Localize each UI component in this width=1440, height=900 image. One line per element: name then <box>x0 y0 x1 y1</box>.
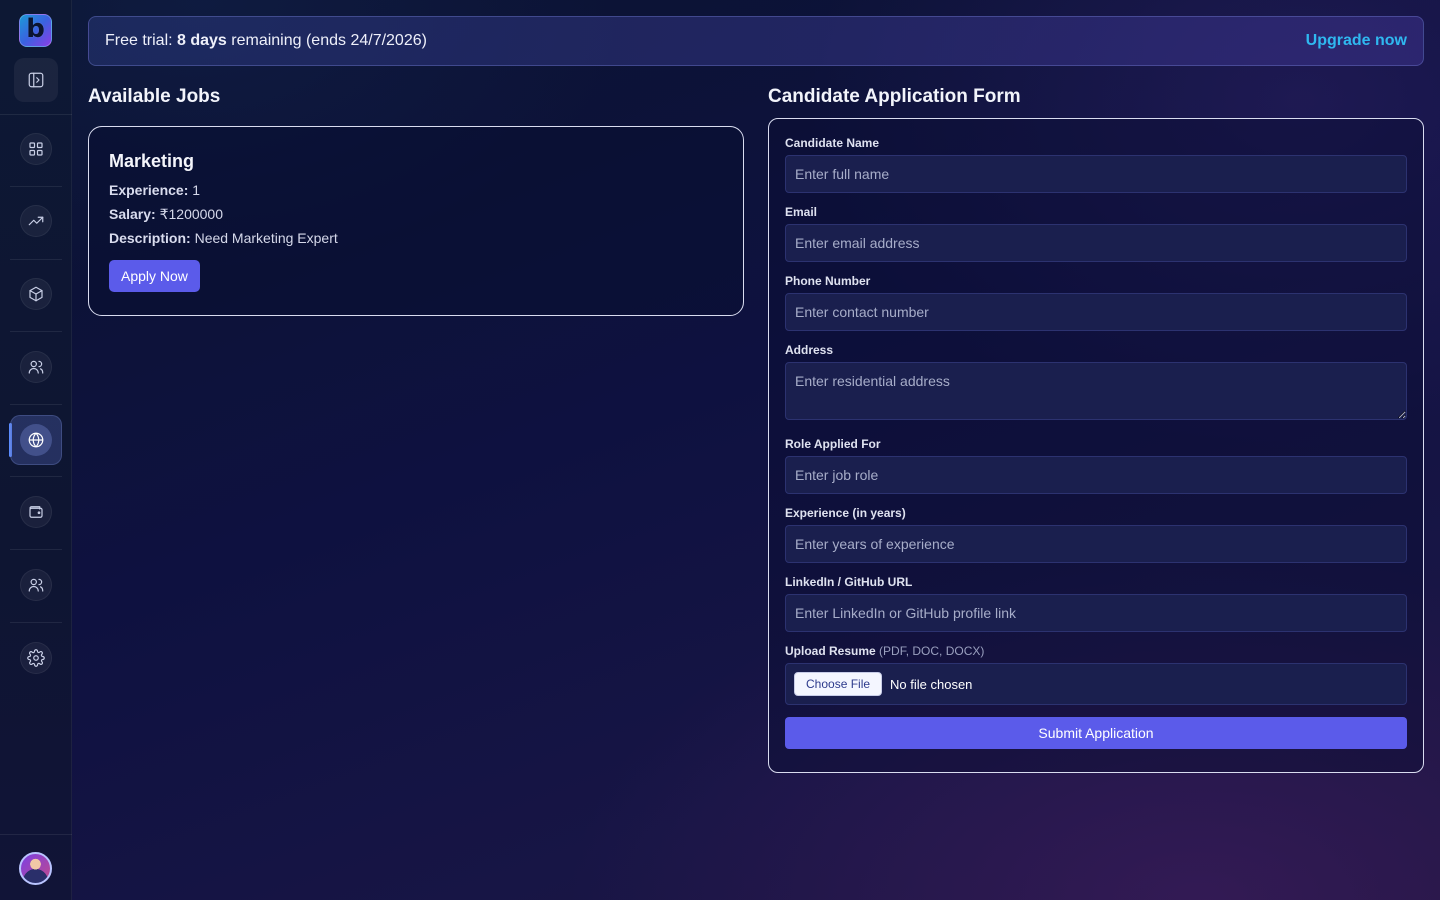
submit-application-button[interactable]: Submit Application <box>785 717 1407 749</box>
divider <box>10 549 62 550</box>
profile-url-input[interactable] <box>785 594 1407 632</box>
job-title: Marketing <box>109 151 195 171</box>
field-address: Address <box>785 343 1407 425</box>
candidate-name-label: Candidate Name <box>785 136 880 150</box>
divider <box>10 331 62 332</box>
panel-toggle-icon <box>28 72 44 88</box>
file-status: No file chosen <box>890 676 973 692</box>
nav-item-dashboard[interactable] <box>20 133 52 165</box>
resume-label: Upload Resume (PDF, DOC, DOCX) <box>785 644 985 658</box>
trial-days: 8 days <box>177 32 227 49</box>
resume-format-hint: (PDF, DOC, DOCX) <box>875 644 985 658</box>
nav-item-jobs-inner <box>20 424 52 456</box>
upgrade-now-link[interactable]: Upgrade now <box>1306 32 1407 50</box>
divider <box>10 622 62 623</box>
nav-item-team[interactable] <box>20 569 52 601</box>
divider <box>10 259 62 260</box>
field-resume: Upload Resume (PDF, DOC, DOCX) Choose Fi… <box>785 644 1407 705</box>
job-card: Marketing Experience: 1 Salary: ₹1200000… <box>88 126 744 316</box>
email-label: Email <box>785 205 818 219</box>
divider <box>0 834 72 835</box>
divider <box>10 186 62 187</box>
application-form: Candidate Name Email Phone Number Addres… <box>768 118 1424 773</box>
address-textarea[interactable] <box>785 362 1407 420</box>
role-input[interactable] <box>785 456 1407 494</box>
wallet-icon <box>29 506 43 518</box>
application-form-title: Candidate Application Form <box>768 86 1021 107</box>
available-jobs-title: Available Jobs <box>88 86 221 107</box>
resume-file-input[interactable]: Choose File No file chosen <box>785 663 1407 705</box>
experience-input[interactable] <box>785 525 1407 563</box>
candidate-name-input[interactable] <box>785 155 1407 193</box>
trial-text: Free trial: 8 days remaining (ends 24/7/… <box>105 32 427 49</box>
trial-banner: Free trial: 8 days remaining (ends 24/7/… <box>88 16 1424 66</box>
field-profile-url: LinkedIn / GitHub URL <box>785 575 1407 632</box>
experience-label: Experience (in years) <box>785 506 906 520</box>
email-input[interactable] <box>785 224 1407 262</box>
dashboard-grid-icon <box>29 142 43 156</box>
apply-now-button[interactable]: Apply Now <box>109 260 200 292</box>
job-salary: Salary: ₹1200000 <box>109 206 224 222</box>
trending-up-icon <box>28 216 44 226</box>
field-experience: Experience (in years) <box>785 506 1407 563</box>
user-avatar[interactable] <box>19 852 52 885</box>
sidebar-toggle-button[interactable] <box>14 58 58 102</box>
globe-icon <box>28 432 44 448</box>
nav-item-settings[interactable] <box>20 642 52 674</box>
job-experience: Experience: 1 <box>109 182 201 198</box>
phone-input[interactable] <box>785 293 1407 331</box>
sidebar: b <box>0 0 72 900</box>
settings-gear-icon <box>27 649 45 667</box>
role-label: Role Applied For <box>785 437 881 451</box>
field-role: Role Applied For <box>785 437 1407 494</box>
team-users-icon <box>28 578 44 592</box>
app-logo[interactable]: b <box>19 14 52 47</box>
divider <box>10 476 62 477</box>
package-box-icon <box>29 286 43 302</box>
nav-item-users[interactable] <box>20 351 52 383</box>
job-description: Description: Need Marketing Expert <box>109 230 338 246</box>
field-candidate-name: Candidate Name <box>785 136 1407 193</box>
field-phone: Phone Number <box>785 274 1407 331</box>
address-label: Address <box>785 343 834 357</box>
nav-item-jobs[interactable] <box>10 415 62 465</box>
profile-url-label: LinkedIn / GitHub URL <box>785 575 913 589</box>
nav-item-analytics[interactable] <box>20 205 52 237</box>
divider <box>10 404 62 405</box>
nav-item-products[interactable] <box>20 278 52 310</box>
phone-label: Phone Number <box>785 274 871 288</box>
choose-file-button[interactable]: Choose File <box>794 672 883 696</box>
nav-item-wallet[interactable] <box>20 496 52 528</box>
field-email: Email <box>785 205 1407 262</box>
users-icon <box>28 360 44 374</box>
divider <box>0 114 72 115</box>
